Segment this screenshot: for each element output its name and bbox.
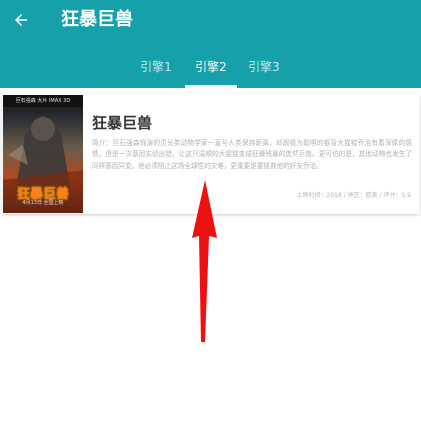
tab-indicator bbox=[185, 85, 237, 88]
tab-engine-3[interactable]: 引擎3 bbox=[239, 59, 289, 75]
app-bar: 狂暴巨兽 引擎1 引擎2 引擎3 bbox=[0, 0, 421, 88]
arrow-left-icon bbox=[15, 14, 27, 26]
poster-subtitle-text: 4月13日 全国上映 bbox=[22, 200, 64, 206]
movie-description: 简介：巨石强森饰演的灵长类动物学家一直与人类保持距离，却跟极为聪明的银背大猩猩乔… bbox=[92, 139, 412, 170]
movie-poster[interactable]: 巨石强森 大片 IMAX 3D 狂暴巨兽 4月13日 全国上映 bbox=[3, 95, 83, 213]
page-title: 狂暴巨兽 bbox=[61, 9, 133, 30]
movie-title: 狂暴巨兽 bbox=[92, 114, 153, 132]
poster-top-text: 巨石强森 大片 IMAX 3D bbox=[15, 98, 71, 104]
movie-meta: 上映时间：2018 / 地区：欧美 / 评分：5.9 bbox=[296, 192, 411, 199]
back-button[interactable] bbox=[10, 9, 32, 31]
red-arrow-annotation bbox=[192, 180, 217, 342]
tab-engine-1[interactable]: 引擎1 bbox=[131, 59, 181, 75]
tab-engine-2[interactable]: 引擎2 bbox=[186, 59, 236, 75]
